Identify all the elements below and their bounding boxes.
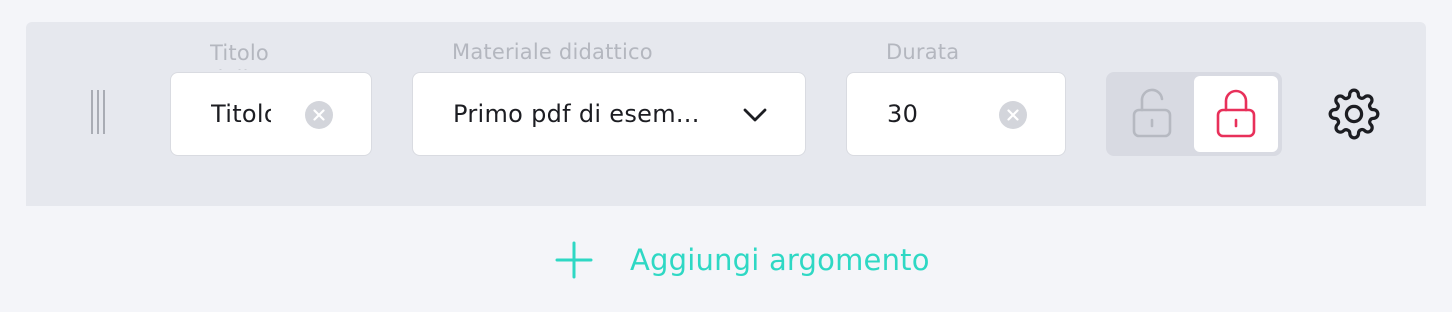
lock-icon xyxy=(1216,89,1256,138)
duration-field[interactable]: 30 xyxy=(846,72,1066,156)
unlock-icon xyxy=(1132,88,1172,138)
plus-icon xyxy=(555,241,593,279)
material-select[interactable]: Primo pdf di esem... xyxy=(412,72,806,156)
unlock-option[interactable] xyxy=(1110,76,1194,152)
material-field-label: Materiale didattico xyxy=(452,40,653,64)
drag-handle-icon[interactable] xyxy=(88,90,108,134)
add-topic-label: Aggiungi argomento xyxy=(630,243,930,277)
title-field-value[interactable]: Titolo xyxy=(211,73,271,155)
duration-field-value[interactable]: 30 xyxy=(887,73,967,155)
title-field-label: Titolo dell'argomento xyxy=(210,41,290,70)
lock-option[interactable] xyxy=(1194,76,1278,152)
lock-toggle xyxy=(1106,72,1282,156)
chevron-down-icon[interactable] xyxy=(741,103,769,127)
duration-field-label: Durata xyxy=(886,40,960,64)
title-field[interactable]: Titolo xyxy=(170,72,372,156)
gear-icon[interactable] xyxy=(1328,88,1380,140)
clear-icon[interactable] xyxy=(999,101,1027,129)
material-select-value[interactable]: Primo pdf di esem... xyxy=(453,73,713,155)
add-topic-button[interactable]: Aggiungi argomento xyxy=(554,238,930,282)
clear-icon[interactable] xyxy=(305,101,333,129)
